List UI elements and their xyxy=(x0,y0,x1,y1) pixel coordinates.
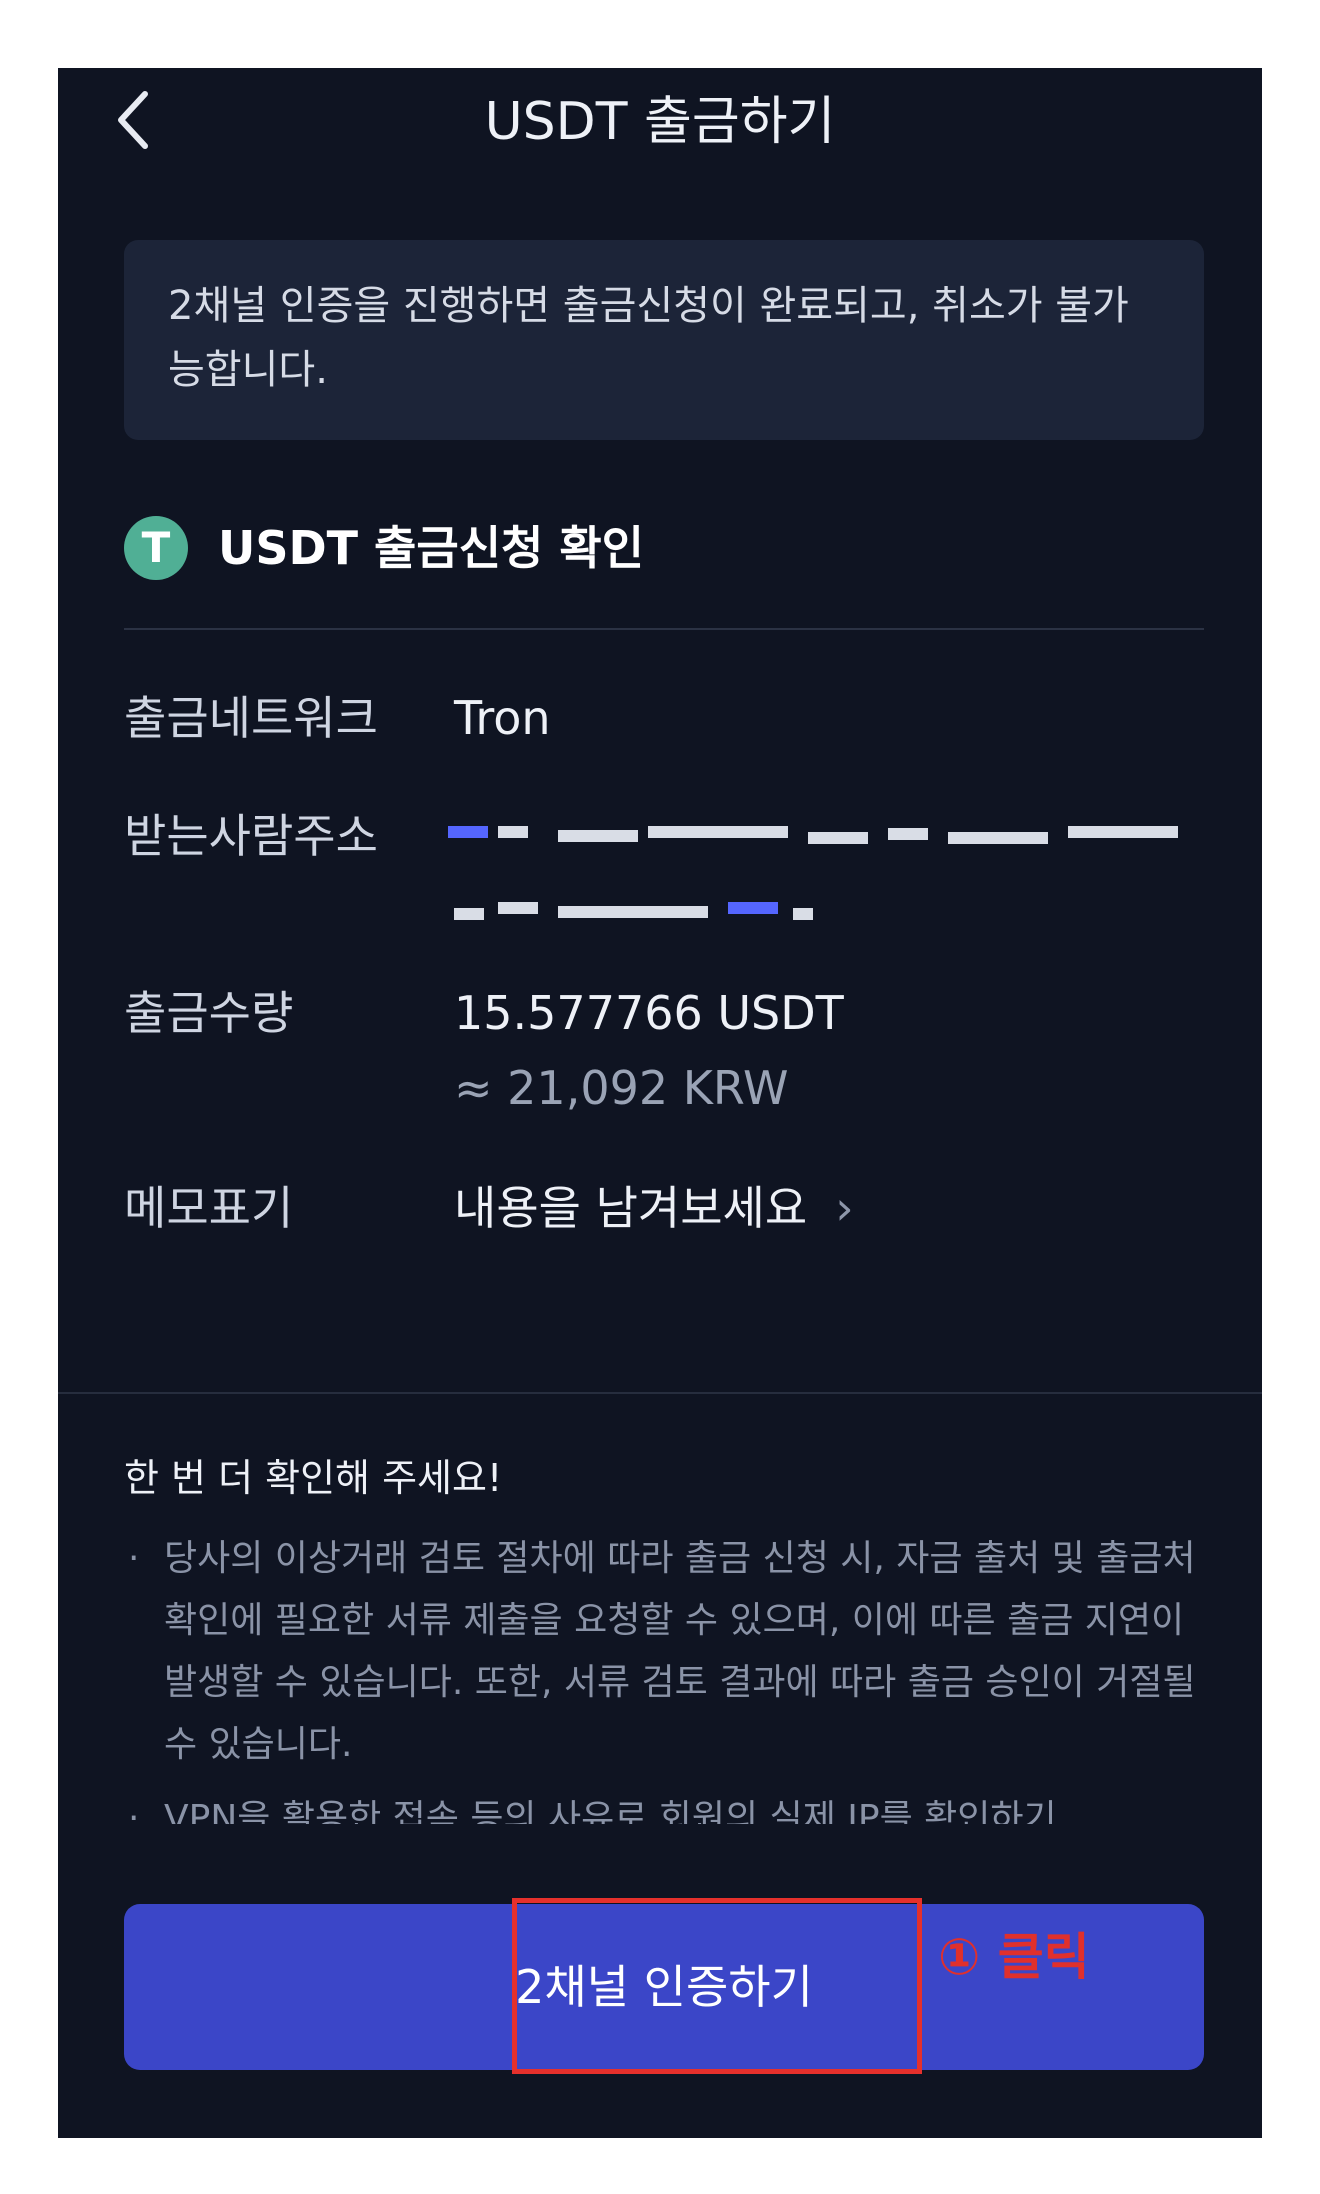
network-label: 출금네트워크 xyxy=(124,691,378,745)
confirm-title: USDT 출금신청 확인 xyxy=(218,521,644,575)
amount-krw: ≈ 21,092 KRW xyxy=(454,1061,789,1115)
notice-text: 2채널 인증을 진행하면 출금신청이 완료되고, 취소가 불가능합니다. xyxy=(168,283,1129,393)
network-value: Tron xyxy=(454,691,551,745)
warning-list[interactable]: 당사의 이상거래 검토 절차에 따라 출금 신청 시, 자금 출처 및 출금처 … xyxy=(124,1528,1214,1776)
click-annotation: ① 클릭 xyxy=(938,1928,1090,1986)
warning-item: VPN을 활용한 접속 등의 사유로 회원의 실제 IP를 확인하기 xyxy=(124,1788,1214,1824)
header: USDT 출금하기 xyxy=(58,68,1262,178)
click-highlight-box xyxy=(512,1898,922,2074)
divider xyxy=(124,628,1204,630)
amount-value: 15.577766 USDT xyxy=(454,986,844,1040)
memo-placeholder: 내용을 남겨보세요 xyxy=(454,1181,808,1235)
warning-list-cutoff: VPN을 활용한 접속 등의 사유로 회원의 실제 IP를 확인하기 xyxy=(124,1788,1214,1824)
confirm-heading: T USDT 출금신청 확인 xyxy=(124,508,644,588)
tether-icon: T xyxy=(124,516,188,580)
section-divider xyxy=(58,1392,1262,1394)
page-title: USDT 출금하기 xyxy=(484,92,836,152)
chevron-right-icon: › xyxy=(835,1181,854,1235)
withdraw-screen: USDT 출금하기 2채널 인증을 진행하면 출금신청이 완료되고, 취소가 불… xyxy=(58,68,1262,2138)
redacted-address xyxy=(448,818,1188,968)
memo-field[interactable]: 내용을 남겨보세요 › xyxy=(454,1178,854,1238)
amount-label: 출금수량 xyxy=(124,986,294,1040)
notice-box: 2채널 인증을 진행하면 출금신청이 완료되고, 취소가 불가능합니다. xyxy=(124,240,1204,440)
warning-item: 당사의 이상거래 검토 절차에 따라 출금 신청 시, 자금 출처 및 출금처 … xyxy=(124,1528,1214,1776)
memo-label: 메모표기 xyxy=(124,1181,294,1235)
warning-title: 한 번 더 확인해 주세요! xyxy=(124,1456,503,1500)
address-label: 받는사람주소 xyxy=(124,809,378,863)
